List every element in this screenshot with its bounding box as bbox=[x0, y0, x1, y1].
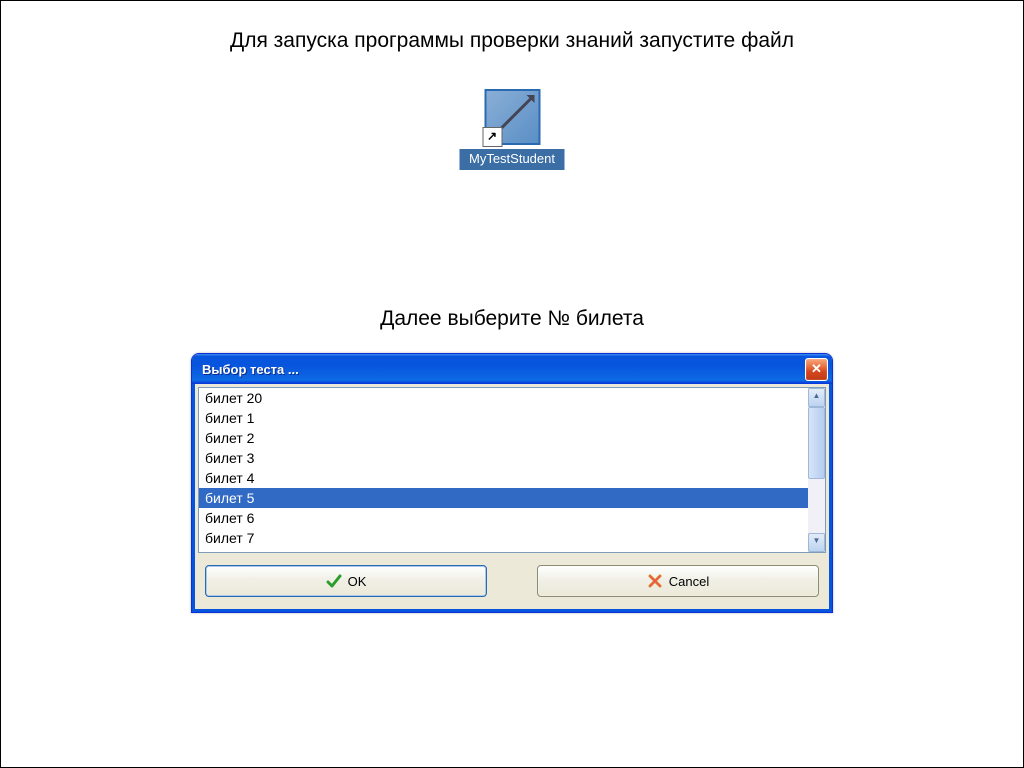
dialog-titlebar[interactable]: Выбор теста ... ✕ bbox=[192, 354, 832, 384]
cancel-button[interactable]: Cancel bbox=[537, 565, 819, 597]
check-icon bbox=[326, 573, 342, 589]
dialog-title: Выбор теста ... bbox=[202, 362, 805, 377]
shortcut-overlay-icon: ↗ bbox=[482, 127, 502, 147]
shortcut-app-icon: ↗ bbox=[484, 89, 540, 145]
list-item[interactable]: билет 1 bbox=[199, 408, 808, 428]
list-item[interactable]: билет 6 bbox=[199, 508, 808, 528]
instruction-text-2: Далее выберите № билета bbox=[1, 307, 1023, 331]
scroll-up-button[interactable]: ▲ bbox=[808, 388, 825, 407]
cancel-button-label: Cancel bbox=[669, 574, 709, 589]
list-item[interactable]: билет 2 bbox=[199, 428, 808, 448]
close-icon: ✕ bbox=[811, 361, 822, 376]
list-item[interactable]: билет 20 bbox=[199, 388, 808, 408]
list-item[interactable]: билет 5 bbox=[199, 488, 808, 508]
test-selection-dialog: Выбор теста ... ✕ билет 20билет 1билет 2… bbox=[191, 353, 833, 613]
test-listbox[interactable]: билет 20билет 1билет 2билет 3билет 4биле… bbox=[199, 388, 808, 552]
shortcut-label: MyTestStudent bbox=[460, 149, 565, 170]
instruction-text-1: Для запуска программы проверки знаний за… bbox=[1, 29, 1023, 53]
ok-button-label: OK bbox=[348, 574, 367, 589]
test-listbox-container: билет 20билет 1билет 2билет 3билет 4биле… bbox=[198, 387, 826, 553]
ok-button[interactable]: OK bbox=[205, 565, 487, 597]
cancel-x-icon bbox=[647, 573, 663, 589]
dialog-button-row: OK Cancel bbox=[192, 553, 832, 612]
list-item[interactable]: билет 3 bbox=[199, 448, 808, 468]
scroll-thumb[interactable] bbox=[808, 407, 825, 479]
close-button[interactable]: ✕ bbox=[805, 358, 828, 381]
desktop-shortcut[interactable]: ↗ MyTestStudent bbox=[460, 89, 565, 170]
scroll-track[interactable] bbox=[808, 407, 825, 533]
list-item[interactable]: билет 7 bbox=[199, 528, 808, 548]
vertical-scrollbar[interactable]: ▲ ▼ bbox=[808, 388, 825, 552]
dialog-body: билет 20билет 1билет 2билет 3билет 4биле… bbox=[192, 384, 832, 553]
list-item[interactable]: билет 4 bbox=[199, 468, 808, 488]
scroll-down-button[interactable]: ▼ bbox=[808, 533, 825, 552]
